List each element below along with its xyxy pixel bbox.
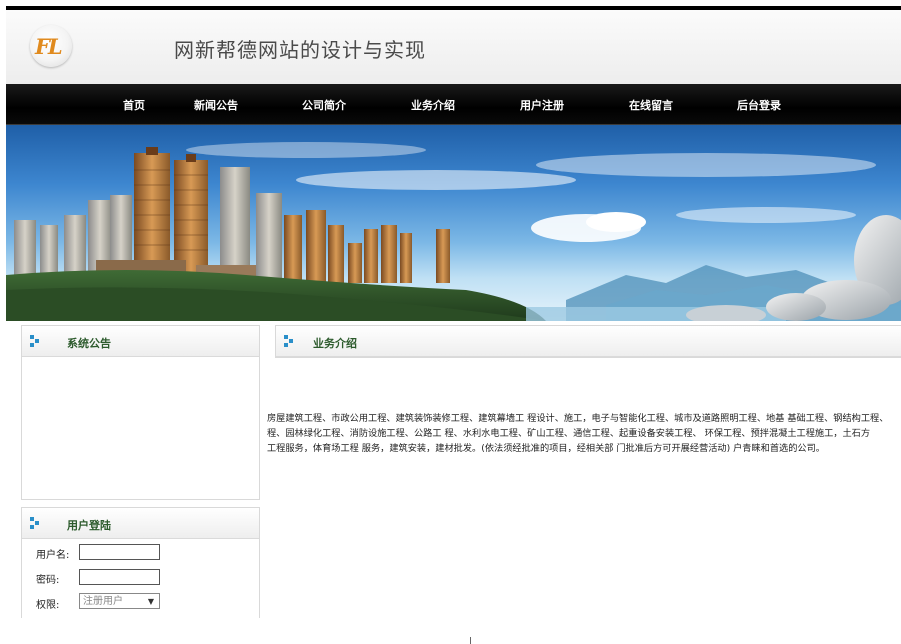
site-title: 网新帮德网站的设计与实现	[174, 38, 426, 62]
site-logo[interactable]: FL	[30, 25, 72, 67]
login-panel-title: 用户登陆	[67, 519, 111, 532]
notice-panel-title: 系统公告	[67, 337, 111, 350]
site-header: FL 网新帮德网站的设计与实现	[6, 10, 901, 84]
nav-item-register[interactable]: 用户注册	[520, 97, 564, 113]
username-label: 用户名:	[36, 550, 70, 561]
password-label: 密码:	[36, 575, 60, 586]
role-select[interactable]: 注册用户 ▼	[79, 593, 160, 609]
bullet-icon	[30, 335, 42, 347]
intro-line: 房屋建筑工程、市政公用工程、建筑装饰装修工程、建筑幕墙工 程设计、施工，电子与智…	[267, 413, 889, 424]
main-nav: 首页 新闻公告 公司简介 业务介绍 用户注册 在线留言 后台登录	[6, 84, 901, 125]
hero-banner	[6, 125, 901, 321]
nav-item-news[interactable]: 新闻公告	[194, 97, 238, 113]
business-panel-header: 业务介绍	[276, 326, 901, 357]
nav-item-message[interactable]: 在线留言	[629, 97, 673, 113]
role-label: 权限:	[36, 600, 60, 611]
business-panel: 业务介绍	[275, 325, 901, 358]
nav-item-admin-login[interactable]: 后台登录	[737, 97, 781, 113]
notice-panel: 系统公告	[21, 325, 260, 500]
password-input[interactable]	[79, 569, 160, 585]
bullet-icon	[30, 517, 42, 529]
intro-line: 工程服务，体育场工程 服务，建筑安装，建材批发。(依法须经批准的项目，经相关部 …	[267, 443, 825, 454]
login-panel: 用户登陆 用户名: 密码: 权限: 注册用户 ▼	[21, 507, 260, 618]
text-cursor	[470, 637, 471, 644]
bullet-icon	[284, 335, 296, 347]
chevron-down-icon: ▼	[147, 597, 154, 606]
business-panel-title: 业务介绍	[313, 337, 357, 350]
nav-item-business[interactable]: 业务介绍	[411, 97, 455, 113]
nav-item-home[interactable]: 首页	[123, 97, 145, 113]
business-intro: 房屋建筑工程、市政公用工程、建筑装饰装修工程、建筑幕墙工 程设计、施工，电子与智…	[267, 411, 901, 456]
role-select-value: 注册用户	[83, 596, 123, 607]
notice-panel-header: 系统公告	[22, 326, 259, 357]
username-input[interactable]	[79, 544, 160, 560]
intro-line: 程、园林绿化工程、消防设施工程、公路工 程、水利水电工程、矿山工程、通信工程、起…	[267, 428, 871, 439]
logo-text: FL	[35, 34, 63, 59]
login-panel-header: 用户登陆	[22, 508, 259, 539]
nav-item-about[interactable]: 公司简介	[302, 97, 346, 113]
banner-illustration	[6, 142, 901, 321]
